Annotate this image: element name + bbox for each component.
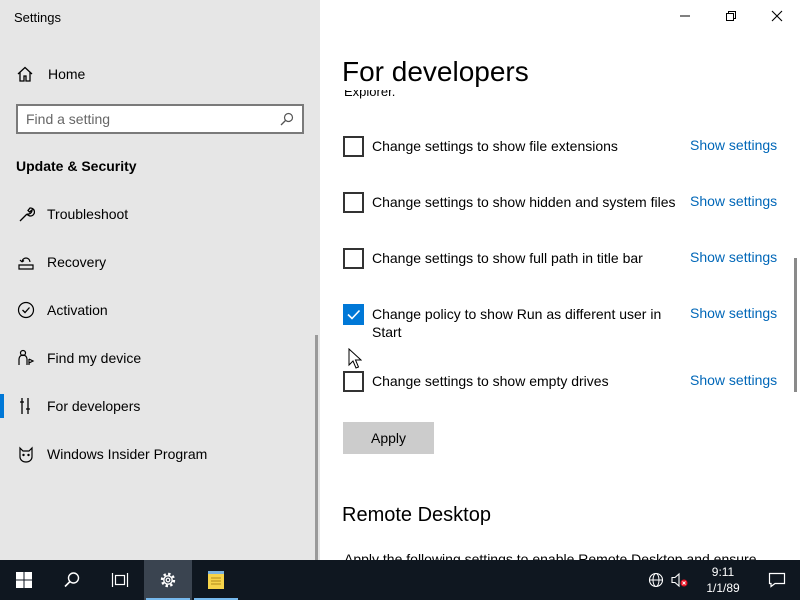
clipped-description: Explorer.: [344, 90, 396, 99]
show-settings-link[interactable]: Show settings: [690, 372, 777, 388]
sidebar-item-for-developers[interactable]: For developers: [0, 382, 320, 430]
home-icon: [17, 66, 33, 82]
task-view-button[interactable]: [96, 560, 144, 600]
checkmark-icon: [347, 309, 361, 320]
setting-label: Change settings to show file extensions: [372, 138, 618, 154]
volume-tray-button[interactable]: [668, 560, 692, 600]
main-scrollbar[interactable]: [794, 258, 797, 392]
close-button[interactable]: [754, 0, 800, 32]
clock-date: 1/1/89: [706, 581, 740, 595]
notifications-button[interactable]: [754, 560, 800, 600]
setting-row-empty-drives: Change settings to show empty drives Sho…: [343, 371, 783, 392]
section-title: Update & Security: [16, 158, 137, 174]
setting-label: Change settings to show empty drives: [372, 373, 609, 389]
setting-row-file-extensions: Change settings to show file extensions …: [343, 136, 783, 157]
sidebar-item-recovery[interactable]: Recovery: [0, 238, 320, 286]
sidebar-item-activation[interactable]: Activation: [0, 286, 320, 334]
full-path-checkbox[interactable]: [343, 248, 364, 269]
restore-button[interactable]: [708, 0, 754, 32]
restore-icon: [726, 11, 736, 21]
person-pin-icon: [16, 348, 36, 368]
gear-icon: [160, 572, 176, 588]
search-icon[interactable]: [280, 112, 294, 126]
network-tray-button[interactable]: [644, 560, 668, 600]
sidebar-item-label: For developers: [47, 398, 141, 414]
run-as-different-user-checkbox[interactable]: [343, 304, 364, 325]
mouse-cursor-icon: [348, 348, 362, 369]
hidden-files-checkbox[interactable]: [343, 192, 364, 213]
start-button[interactable]: [0, 560, 48, 600]
clock-time: 9:11: [711, 565, 735, 579]
wrench-icon: [16, 204, 36, 224]
setting-label: Change policy to show Run as different u…: [372, 306, 662, 340]
home-label: Home: [48, 66, 86, 82]
task-view-icon: [111, 573, 129, 587]
file-extensions-checkbox[interactable]: [343, 136, 364, 157]
minimize-icon: [680, 15, 690, 17]
recovery-icon: [16, 252, 36, 272]
sidebar-item-find-my-device[interactable]: Find my device: [0, 334, 320, 382]
sidebar-item-windows-insider-program[interactable]: Windows Insider Program: [0, 430, 320, 478]
sidebar-item-label: Troubleshoot: [47, 206, 129, 222]
home-nav-item[interactable]: Home: [16, 62, 85, 86]
check-circle-icon: [16, 300, 36, 320]
developer-tools-icon: [16, 396, 36, 416]
show-settings-link[interactable]: Show settings: [690, 193, 777, 209]
setting-row-run-as-different-user: Change policy to show Run as different u…: [343, 304, 783, 341]
notepad-taskbar-button[interactable]: [192, 560, 240, 600]
search-taskbar-button[interactable]: [48, 560, 96, 600]
show-settings-link[interactable]: Show settings: [690, 305, 777, 321]
sidebar-scrollbar[interactable]: [315, 335, 318, 560]
sidebar-nav: Troubleshoot Recovery Activation Find my…: [0, 190, 320, 478]
clock[interactable]: 9:11 1/1/89: [692, 564, 754, 596]
setting-row-full-path: Change settings to show full path in tit…: [343, 248, 783, 269]
insider-cat-icon: [16, 444, 36, 464]
apply-button[interactable]: Apply: [343, 422, 434, 454]
close-icon: [771, 10, 783, 22]
taskbar: 9:11 1/1/89: [0, 560, 800, 600]
search-input[interactable]: [26, 111, 280, 127]
search-box[interactable]: [16, 104, 304, 134]
minimize-button[interactable]: [662, 0, 708, 32]
setting-label: Change settings to show full path in tit…: [372, 250, 643, 266]
sidebar-item-label: Windows Insider Program: [47, 446, 208, 462]
page-title: For developers: [342, 56, 529, 87]
speaker-muted-icon: [671, 572, 688, 588]
remote-desktop-description: Apply the following settings to enable R…: [344, 551, 757, 560]
windows-logo-icon: [16, 572, 32, 588]
notification-icon: [768, 572, 786, 588]
setting-row-hidden-files: Change settings to show hidden and syste…: [343, 192, 783, 213]
setting-label: Change settings to show hidden and syste…: [372, 194, 676, 210]
globe-icon: [648, 572, 664, 588]
remote-desktop-heading: Remote Desktop: [342, 504, 491, 526]
sidebar-item-label: Recovery: [47, 254, 107, 270]
sidebar-item-troubleshoot[interactable]: Troubleshoot: [0, 190, 320, 238]
notepad-icon: [208, 571, 224, 589]
show-settings-link[interactable]: Show settings: [690, 137, 777, 153]
sidebar: Settings Home Update & Security Troubles…: [0, 0, 320, 560]
sidebar-item-label: Activation: [47, 302, 108, 318]
window-controls: [662, 0, 800, 32]
app-title: Settings: [14, 10, 61, 25]
search-icon: [64, 572, 80, 588]
show-settings-link[interactable]: Show settings: [690, 249, 777, 265]
sidebar-item-label: Find my device: [47, 350, 142, 366]
system-tray: 9:11 1/1/89: [644, 560, 800, 600]
empty-drives-checkbox[interactable]: [343, 371, 364, 392]
settings-taskbar-button[interactable]: [144, 560, 192, 600]
